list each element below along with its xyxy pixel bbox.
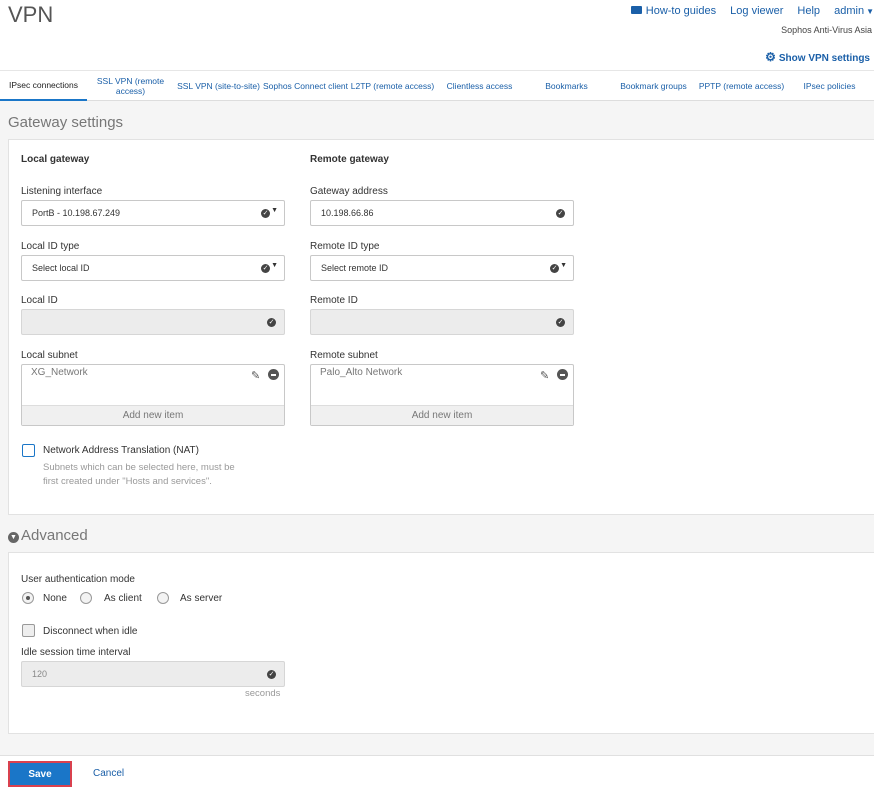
log-viewer-link[interactable]: Log viewer [730, 5, 783, 17]
gear-icon: ⚙ [765, 50, 776, 64]
advanced-section-toggle[interactable]: ▼ Advanced [8, 527, 88, 544]
help-link[interactable]: Help [797, 5, 820, 17]
caret-down-icon: ▼ [271, 262, 278, 269]
check-icon: ✓ [550, 264, 559, 273]
auth-server-label: As server [180, 593, 223, 604]
gateway-settings-title: Gateway settings [8, 114, 124, 131]
gateway-address-value: 10.198.66.86 [321, 208, 374, 218]
nat-label: Network Address Translation (NAT) [43, 445, 199, 456]
caret-down-icon: ▼ [560, 262, 567, 269]
caret-down-icon: ▼ [866, 7, 874, 16]
local-id-type-label: Local ID type [21, 241, 80, 252]
listening-interface-label: Listening interface [21, 186, 103, 197]
nat-checkbox[interactable] [22, 444, 35, 457]
show-vpn-settings-link[interactable]: ⚙ Show VPN settings [765, 50, 870, 64]
idle-interval-unit: seconds [245, 688, 281, 699]
save-button[interactable]: Save [8, 761, 72, 787]
pencil-icon[interactable]: ✎ [540, 369, 549, 382]
remove-icon[interactable] [557, 369, 568, 380]
idle-interval-label: Idle session time interval [21, 647, 131, 658]
remote-id-type-label: Remote ID type [310, 241, 380, 252]
local-gateway-heading: Local gateway [21, 154, 90, 165]
tab-ssl-vpn-remote[interactable]: SSL VPN (remote access) [87, 71, 174, 101]
how-to-guides-link[interactable]: How-to guides [630, 5, 716, 17]
auth-none-radio[interactable] [22, 592, 34, 604]
nat-hint-line-1: Subnets which can be selected here, must… [43, 462, 235, 473]
check-icon: ✓ [261, 264, 270, 273]
remote-id-input[interactable]: ✓ [310, 309, 574, 335]
advanced-panel: User authentication mode None As client … [8, 552, 874, 734]
tab-sophos-connect[interactable]: Sophos Connect client [262, 71, 349, 101]
top-bar: VPN How-to guides Log viewer Help admin ▼… [0, 0, 874, 70]
check-icon: ✓ [267, 318, 276, 327]
tab-pptp[interactable]: PPTP (remote access) [698, 71, 785, 101]
auth-mode-label: User authentication mode [21, 574, 135, 585]
tab-ipsec-connections[interactable]: IPsec connections [0, 71, 87, 101]
remote-add-new-item[interactable]: Add new item [311, 405, 573, 425]
listening-interface-value: PortB - 10.198.67.249 [32, 208, 121, 218]
top-links: How-to guides Log viewer Help admin ▼ [620, 5, 874, 17]
local-subnet-item: XG_Network [31, 367, 88, 378]
remote-gateway-heading: Remote gateway [310, 154, 389, 165]
local-id-label: Local ID [21, 295, 58, 306]
tab-bookmark-groups[interactable]: Bookmark groups [610, 71, 697, 101]
footer-bar: Save Cancel [0, 755, 874, 792]
remote-id-type-select[interactable]: Select remote ID ✓ ▼ [310, 255, 574, 281]
check-icon: ✓ [261, 209, 270, 218]
local-subnet-label: Local subnet [21, 350, 78, 361]
local-id-type-value: Select local ID [32, 263, 90, 273]
idle-interval-value: 120 [32, 669, 48, 679]
auth-client-radio[interactable] [80, 592, 92, 604]
remote-subnet-item: Palo_Alto Network [320, 367, 403, 378]
admin-menu[interactable]: admin ▼ [834, 5, 874, 17]
disconnect-idle-checkbox[interactable] [22, 624, 35, 637]
page-title: VPN [8, 2, 54, 27]
remote-subnet-list: Palo_Alto Network ✎ Add new item [310, 364, 574, 426]
caret-down-icon: ▼ [271, 207, 278, 214]
local-id-input[interactable]: ✓ [21, 309, 285, 335]
check-icon: ✓ [556, 318, 565, 327]
gateway-address-input[interactable]: 10.198.66.86 ✓ [310, 200, 574, 226]
tab-ssl-vpn-site[interactable]: SSL VPN (site-to-site) [175, 71, 262, 101]
advanced-title: Advanced [21, 527, 88, 544]
remote-subnet-label: Remote subnet [310, 350, 378, 361]
remove-icon[interactable] [268, 369, 279, 380]
auth-client-label: As client [104, 593, 142, 604]
tab-clientless-access[interactable]: Clientless access [436, 71, 523, 101]
local-subnet-list: XG_Network ✎ Add new item [21, 364, 285, 426]
auth-server-radio[interactable] [157, 592, 169, 604]
cancel-button[interactable]: Cancel [93, 768, 124, 779]
gateway-settings-panel: Local gateway Listening interface PortB … [8, 139, 874, 515]
check-icon: ✓ [556, 209, 565, 218]
local-id-type-select[interactable]: Select local ID ✓ ▼ [21, 255, 285, 281]
remote-id-label: Remote ID [310, 295, 358, 306]
tab-bar: IPsec connections SSL VPN (remote access… [0, 70, 874, 101]
chevron-down-icon: ▼ [8, 532, 19, 543]
idle-interval-input[interactable]: 120 ✓ [21, 661, 285, 687]
remote-id-type-value: Select remote ID [321, 263, 389, 273]
video-camera-icon [630, 6, 642, 14]
local-add-new-item[interactable]: Add new item [22, 405, 284, 425]
gateway-address-label: Gateway address [310, 186, 388, 197]
tab-l2tp[interactable]: L2TP (remote access) [349, 71, 436, 101]
listening-interface-select[interactable]: PortB - 10.198.67.249 ✓ ▼ [21, 200, 285, 226]
auth-none-label: None [43, 593, 67, 604]
tab-bookmarks[interactable]: Bookmarks [523, 71, 610, 101]
organization-name: Sophos Anti-Virus Asia [781, 25, 872, 35]
nat-hint-line-2: first created under "Hosts and services"… [43, 476, 212, 487]
check-icon: ✓ [267, 670, 276, 679]
pencil-icon[interactable]: ✎ [251, 369, 260, 382]
disconnect-idle-label: Disconnect when idle [43, 626, 138, 637]
tab-ipsec-policies[interactable]: IPsec policies [785, 71, 874, 101]
